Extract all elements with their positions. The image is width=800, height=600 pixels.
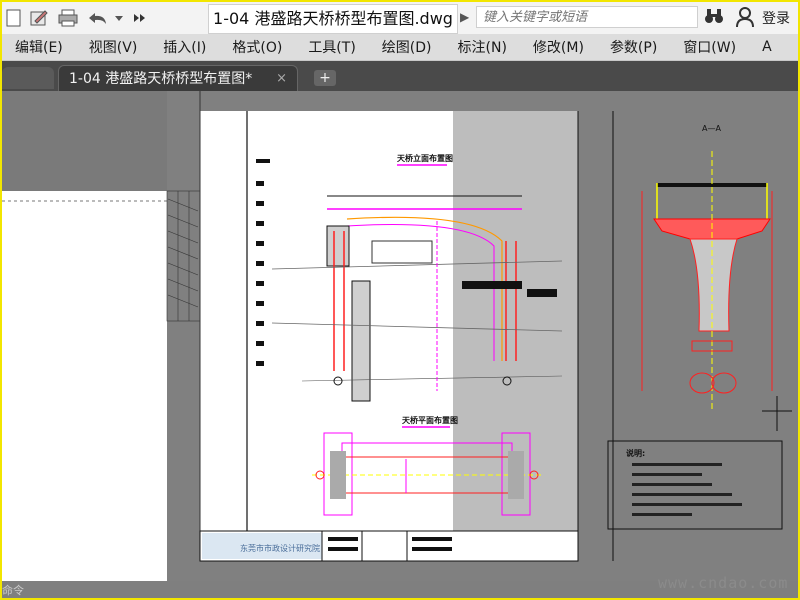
menu-modify[interactable]: 修改(M) [520, 37, 597, 57]
title-bar: 1-04 港盛路天桥桥型布置图.dwg ▶ 登录 [2, 2, 798, 34]
menu-app[interactable]: A [749, 39, 785, 55]
elevation-title: 天桥立面布置图 [397, 153, 453, 163]
company-name: 东莞市市政设计研究院 [240, 543, 320, 553]
new-icon[interactable] [4, 6, 24, 30]
menu-dimension[interactable]: 标注(N) [445, 37, 520, 57]
left-table [166, 190, 201, 322]
file-tab-strip: 1-04 港盛路天桥桥型布置图* × + [2, 61, 798, 91]
tab-start[interactable] [2, 67, 54, 89]
notes-box: 说明: [607, 440, 783, 530]
menu-tools[interactable]: 工具(T) [295, 37, 368, 57]
open-icon[interactable] [28, 6, 50, 30]
drawing-canvas[interactable]: 天桥立面布置图 天桥平面布置图 东莞市市政设计研究院 A—A 说明: [2, 91, 798, 581]
menu-bar: 编辑(E) 视图(V) 插入(I) 格式(O) 工具(T) 绘图(D) 标注(N… [2, 34, 798, 61]
add-tab-icon[interactable]: + [314, 70, 336, 86]
document-title: 1-04 港盛路天桥桥型布置图.dwg [208, 4, 458, 34]
menu-view[interactable]: 视图(V) [76, 37, 151, 57]
autocad-window: 1-04 港盛路天桥桥型布置图.dwg ▶ 登录 编辑(E) 视图(V) 插入(… [0, 0, 800, 600]
search-input[interactable] [476, 6, 698, 28]
expand-arrow-icon[interactable]: ▶ [460, 10, 469, 24]
watermark: www.cndao.com [658, 574, 789, 592]
login-button[interactable]: 登录 [762, 8, 790, 28]
undo-icon[interactable] [86, 6, 110, 30]
menu-draw[interactable]: 绘图(D) [369, 37, 445, 57]
command-line[interactable]: 命令 [2, 582, 62, 598]
menu-window[interactable]: 窗口(W) [670, 37, 749, 57]
pier-section [641, 151, 773, 411]
title-block: 东莞市市政设计研究院 [199, 530, 579, 562]
close-icon[interactable]: × [276, 66, 287, 92]
section-title: A—A [702, 124, 721, 133]
menu-insert[interactable]: 插入(I) [150, 37, 219, 57]
plan-title: 天桥平面布置图 [402, 415, 458, 425]
dropdown-icon[interactable] [112, 6, 126, 30]
tab-active-drawing[interactable]: 1-04 港盛路天桥桥型布置图* × [58, 65, 298, 91]
user-icon[interactable] [736, 6, 754, 28]
more-icon[interactable] [130, 6, 150, 30]
menu-format[interactable]: 格式(O) [219, 37, 295, 57]
binoculars-icon[interactable] [704, 7, 724, 29]
print-icon[interactable] [56, 6, 80, 30]
paper-area [2, 191, 167, 581]
menu-parametric[interactable]: 参数(P) [597, 37, 670, 57]
drawing-svg: 天桥立面布置图 天桥平面布置图 东莞市市政设计研究院 A—A 说明: [2, 91, 792, 581]
menu-edit[interactable]: 编辑(E) [2, 37, 76, 57]
notes-heading: 说明: [626, 448, 645, 458]
tab-label: 1-04 港盛路天桥桥型布置图* [69, 71, 253, 87]
